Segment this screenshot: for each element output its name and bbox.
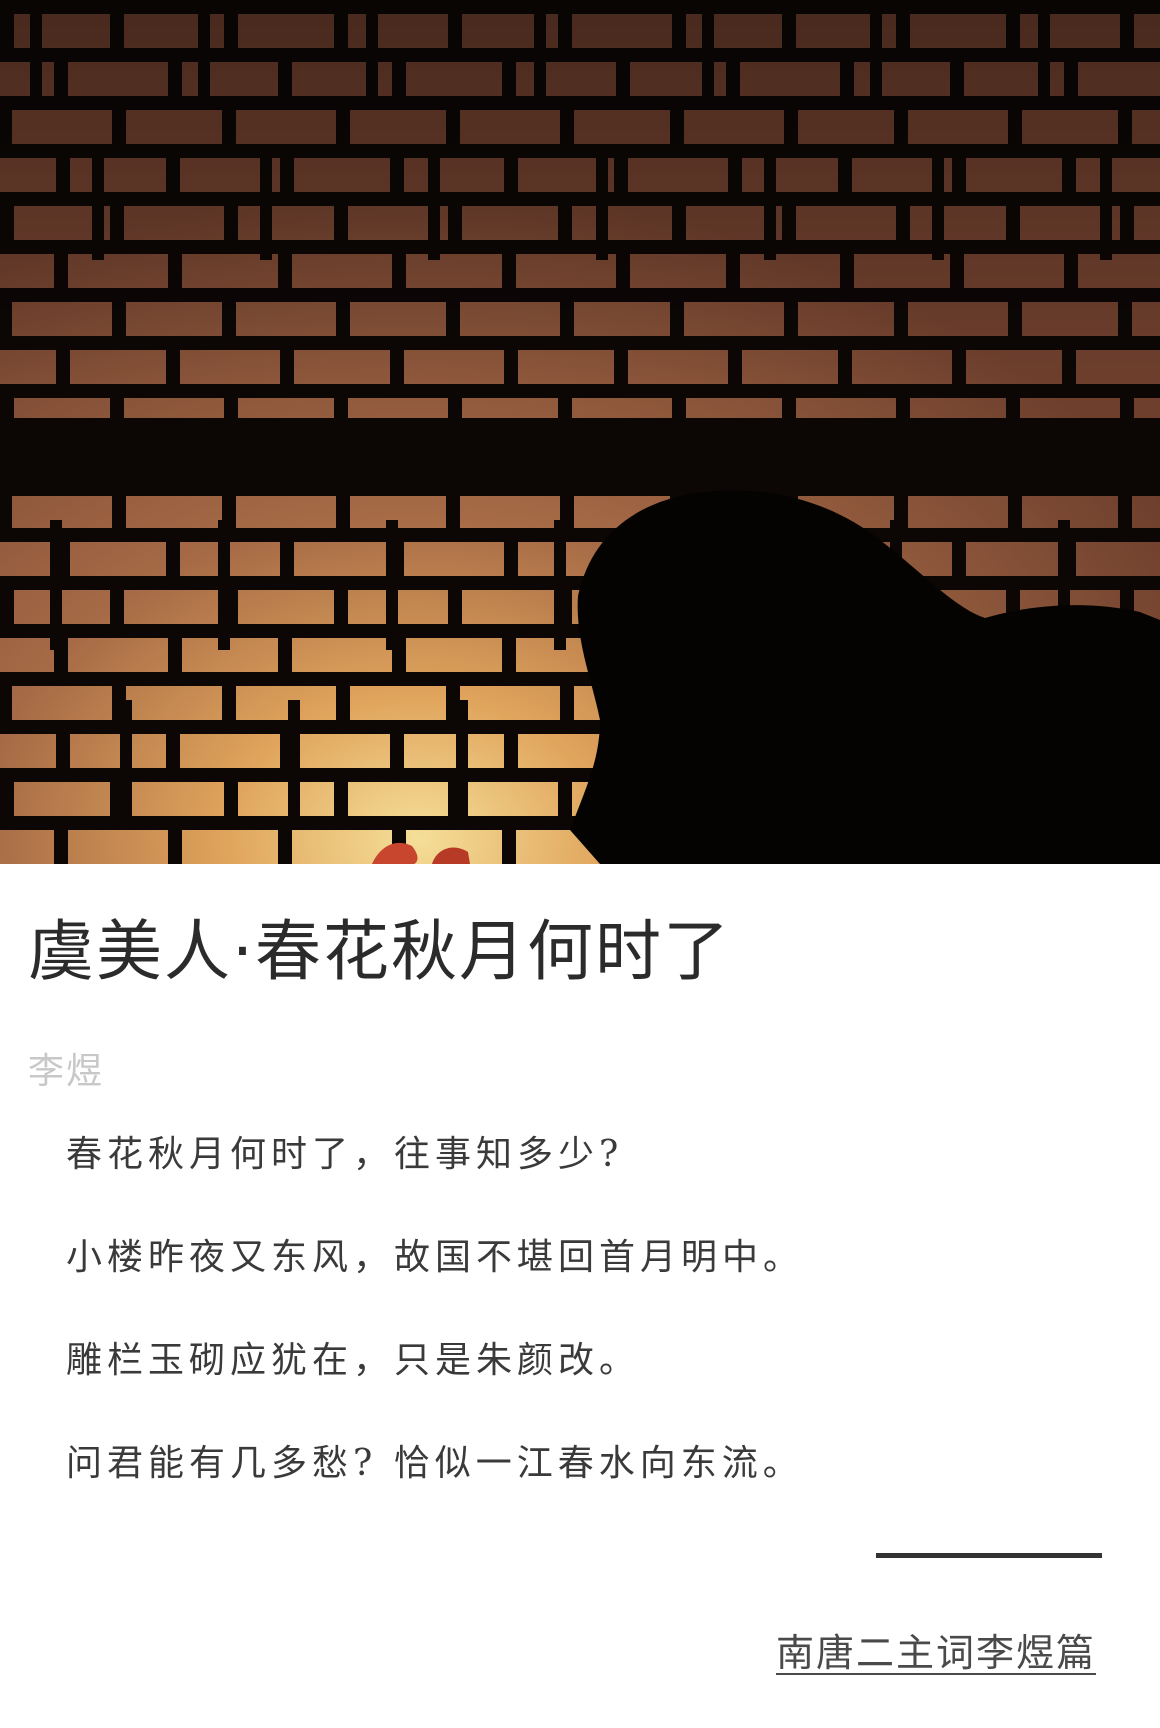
lattice-window-silhouette-image — [0, 0, 1160, 864]
author-name: 李煜 — [28, 1051, 105, 1092]
poem-line: 小楼昨夜又东风，故国不堪回首月明中。 — [66, 1237, 805, 1278]
hero-image — [0, 0, 1160, 864]
poem-line: 春花秋月何时了，往事知多少? — [66, 1134, 624, 1175]
poem-body: 春花秋月何时了，往事知多少? 小楼昨夜又东风，故国不堪回首月明中。 雕栏玉砌应犹… — [66, 1130, 1126, 1542]
poem-line: 雕栏玉砌应犹在，只是朱颜改。 — [66, 1340, 641, 1381]
series-link[interactable]: 南唐二主词李煜篇 — [776, 1626, 1096, 1680]
article-title: 虞美人·春花秋月何时了 — [28, 913, 731, 990]
section-divider — [876, 1553, 1102, 1558]
poem-line: 问君能有几多愁? 恰似一江春水向东流。 — [66, 1443, 804, 1484]
